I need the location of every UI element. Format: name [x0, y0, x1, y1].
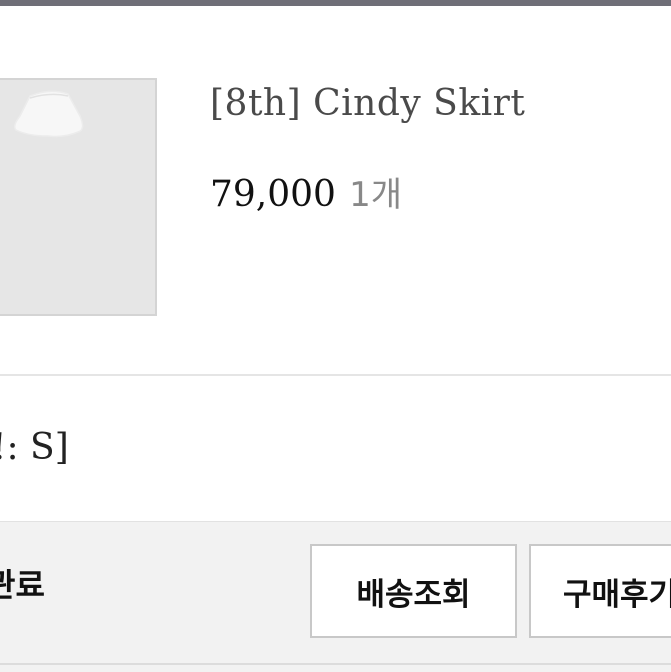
- product-name[interactable]: [8th] Cindy Skirt: [210, 83, 525, 124]
- product-price: 79,000: [210, 174, 336, 215]
- product-quantity: 1개: [349, 175, 402, 215]
- skirt-image-icon: [13, 90, 84, 138]
- write-review-button[interactable]: 구매후기: [529, 544, 671, 638]
- track-delivery-button[interactable]: 배송조회: [310, 544, 517, 638]
- divider: [0, 374, 671, 376]
- order-status: 관료: [0, 566, 45, 604]
- bottom-divider: [0, 663, 671, 665]
- action-bar: 관료 배송조회 구매후기: [0, 521, 671, 672]
- product-option: !: S]: [0, 427, 69, 468]
- order-card: [8th] Cindy Skirt 79,000 1개 !: S] 관료 배송조…: [0, 0, 671, 672]
- price-row: 79,000 1개: [210, 167, 402, 216]
